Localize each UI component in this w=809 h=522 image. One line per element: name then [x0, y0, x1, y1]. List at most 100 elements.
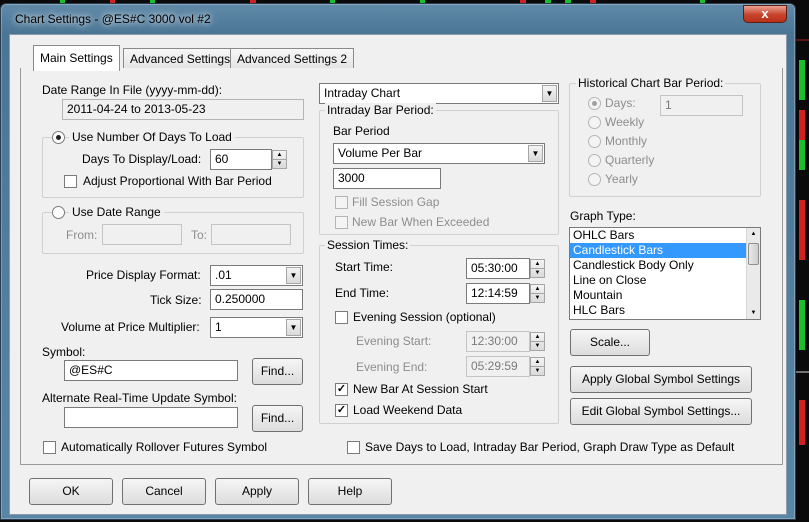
- to-label: To:: [191, 228, 208, 242]
- historical-days-input[interactable]: 1: [660, 95, 743, 116]
- auto-rollover-checkbox[interactable]: [43, 441, 56, 454]
- graph-type-scrollbar[interactable]: ▲ ▼: [746, 228, 760, 319]
- edit-global-symbol-button[interactable]: Edit Global Symbol Settings...: [570, 398, 752, 425]
- bar-period-value: Volume Per Bar: [338, 146, 423, 160]
- spin-up-icon[interactable]: ▲: [531, 333, 544, 341]
- new-bar-exceeded-label: New Bar When Exceeded: [352, 215, 490, 229]
- date-range-label: Date Range In File (yyyy-mm-dd):: [42, 83, 223, 97]
- new-bar-session-label: New Bar At Session Start: [353, 382, 488, 396]
- fill-session-gap-label: Fill Session Gap: [352, 195, 440, 209]
- list-item[interactable]: OHLC Bars: [570, 228, 760, 243]
- load-weekend-label: Load Weekend Data: [353, 403, 463, 417]
- adjust-proportional-checkbox[interactable]: [64, 175, 77, 188]
- days-spinner[interactable]: ▲ ▼: [272, 150, 287, 169]
- list-item-selected[interactable]: Candlestick Bars: [570, 243, 760, 258]
- historical-yearly-label: Yearly: [605, 172, 638, 186]
- bar-period-select[interactable]: Volume Per Bar ▼: [333, 143, 545, 164]
- chevron-down-icon[interactable]: ▼: [542, 85, 557, 102]
- evening-start-spinner[interactable]: ▲ ▼: [530, 332, 545, 351]
- evening-end-input[interactable]: 05:29:59: [466, 356, 530, 377]
- end-time-spinner[interactable]: ▲ ▼: [530, 284, 545, 303]
- chevron-down-icon[interactable]: ▼: [286, 267, 301, 284]
- evening-end-spinner[interactable]: ▲ ▼: [530, 357, 545, 376]
- volume-multiplier-label: Volume at Price Multiplier:: [61, 320, 200, 334]
- historical-monthly-label: Monthly: [605, 134, 648, 148]
- fill-session-gap-checkbox[interactable]: [335, 196, 348, 209]
- historical-days-label: Days:: [605, 96, 636, 110]
- spin-down-icon[interactable]: ▼: [531, 268, 544, 276]
- bar-amount-input[interactable]: 3000: [333, 168, 441, 189]
- list-item[interactable]: Candlestick Body Only: [570, 258, 760, 273]
- use-date-range-radio[interactable]: [52, 206, 65, 219]
- spin-down-icon[interactable]: ▼: [531, 341, 544, 349]
- scale-button[interactable]: Scale...: [570, 329, 650, 356]
- spin-up-icon[interactable]: ▲: [531, 285, 544, 293]
- scroll-thumb[interactable]: [748, 243, 759, 265]
- chevron-down-icon[interactable]: ▼: [528, 145, 543, 162]
- from-label: From:: [66, 228, 98, 242]
- historical-weekly-radio[interactable]: [588, 116, 601, 129]
- ok-button[interactable]: OK: [29, 478, 113, 505]
- spin-down-icon[interactable]: ▼: [531, 293, 544, 301]
- help-button[interactable]: Help: [308, 478, 392, 505]
- tab-label: Main Settings: [40, 51, 113, 65]
- evening-end-label: Evening End:: [356, 360, 428, 374]
- list-item[interactable]: Line on Close: [570, 273, 760, 288]
- days-display-label: Days To Display/Load:: [82, 152, 202, 166]
- end-time-label: End Time:: [335, 286, 390, 300]
- volume-multiplier-select[interactable]: 1 ▼: [210, 317, 303, 338]
- bar-period-label: Bar Period: [333, 124, 390, 138]
- load-weekend-checkbox[interactable]: ✓: [335, 404, 348, 417]
- end-time-input[interactable]: 12:14:59: [466, 283, 530, 304]
- spin-up-icon[interactable]: ▲: [273, 151, 286, 159]
- symbol-input[interactable]: @ES#C: [64, 360, 238, 381]
- tick-size-label: Tick Size:: [150, 293, 202, 307]
- apply-global-symbol-button[interactable]: Apply Global Symbol Settings: [570, 366, 752, 393]
- new-bar-exceeded-checkbox[interactable]: [335, 216, 348, 229]
- auto-rollover-label: Automatically Rollover Futures Symbol: [61, 440, 268, 454]
- to-date-input[interactable]: [211, 224, 291, 245]
- price-format-select[interactable]: .01 ▼: [210, 265, 303, 286]
- spin-up-icon[interactable]: ▲: [531, 260, 544, 268]
- start-time-label: Start Time:: [335, 260, 394, 274]
- from-date-input[interactable]: [102, 224, 182, 245]
- historical-quarterly-label: Quarterly: [605, 153, 655, 167]
- symbol-find-button[interactable]: Find...: [252, 358, 303, 385]
- save-default-checkbox[interactable]: [347, 441, 360, 454]
- spin-up-icon[interactable]: ▲: [531, 358, 544, 366]
- days-display-input[interactable]: 60: [210, 149, 272, 170]
- apply-button[interactable]: Apply: [215, 478, 299, 505]
- alt-symbol-find-button[interactable]: Find...: [252, 405, 303, 432]
- historical-weekly-label: Weekly: [605, 115, 645, 129]
- volume-multiplier-value: 1: [215, 320, 222, 334]
- alt-symbol-input[interactable]: [64, 407, 238, 428]
- use-days-radio[interactable]: [52, 131, 65, 144]
- start-time-input[interactable]: 05:30:00: [466, 258, 530, 279]
- scroll-down-icon[interactable]: ▼: [747, 307, 760, 319]
- historical-quarterly-radio[interactable]: [588, 154, 601, 167]
- historical-days-radio[interactable]: [588, 97, 601, 110]
- evening-session-checkbox[interactable]: [335, 311, 348, 324]
- chevron-down-icon[interactable]: ▼: [286, 319, 301, 336]
- adjust-proportional-label: Adjust Proportional With Bar Period: [83, 174, 272, 188]
- historical-period-title: Historical Chart Bar Period:: [576, 76, 726, 90]
- evening-start-label: Evening Start:: [356, 334, 432, 348]
- tab-main-settings[interactable]: Main Settings: [33, 45, 120, 71]
- evening-start-input[interactable]: 12:30:00: [466, 331, 530, 352]
- start-time-spinner[interactable]: ▲ ▼: [530, 259, 545, 278]
- spin-down-icon[interactable]: ▼: [531, 366, 544, 374]
- chart-type-select[interactable]: Intraday Chart ▼: [319, 83, 559, 104]
- price-format-label: Price Display Format:: [86, 268, 201, 282]
- list-item[interactable]: HLC Bars: [570, 303, 760, 318]
- historical-monthly-radio[interactable]: [588, 135, 601, 148]
- list-item[interactable]: Mountain: [570, 288, 760, 303]
- scroll-up-icon[interactable]: ▲: [747, 228, 760, 240]
- new-bar-session-checkbox[interactable]: ✓: [335, 383, 348, 396]
- use-date-range-label: Use Date Range: [69, 205, 164, 219]
- graph-type-list[interactable]: OHLC Bars Candlestick Bars Candlestick B…: [569, 227, 761, 320]
- graph-type-label: Graph Type:: [570, 209, 636, 223]
- tick-size-input[interactable]: 0.250000: [210, 289, 303, 310]
- historical-yearly-radio[interactable]: [588, 173, 601, 186]
- cancel-button[interactable]: Cancel: [122, 478, 206, 505]
- spin-down-icon[interactable]: ▼: [273, 159, 286, 167]
